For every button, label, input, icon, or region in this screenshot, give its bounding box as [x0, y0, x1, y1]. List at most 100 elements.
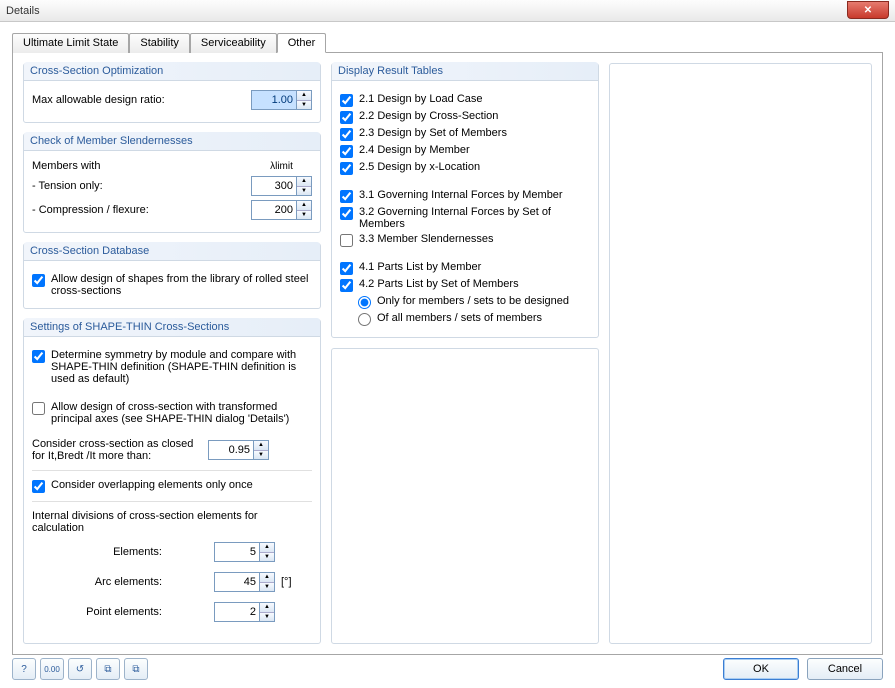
cb-3-1[interactable]	[340, 190, 353, 203]
spinner-down-icon[interactable]: ▼	[297, 101, 311, 110]
allow-transformed-checkbox[interactable]	[32, 402, 45, 415]
separator	[32, 470, 312, 471]
cb-4-1[interactable]	[340, 262, 353, 275]
max-ratio-input[interactable]	[251, 90, 297, 110]
divisions-title-label: Internal divisions of cross-section elem…	[32, 510, 312, 534]
lbl-3-2: 3.2 Governing Internal Forces by Set of …	[359, 206, 590, 230]
ok-button[interactable]: OK	[723, 658, 799, 680]
spinner-down-icon[interactable]: ▼	[260, 583, 274, 592]
tab-serviceability[interactable]: Serviceability	[190, 33, 277, 53]
group-cs-optimization: Cross-Section Optimization Max allowable…	[23, 63, 321, 123]
group-title: Settings of SHAPE-THIN Cross-Sections	[24, 318, 320, 337]
spinner-down-icon[interactable]: ▼	[260, 553, 274, 562]
overlap-label: Consider overlapping elements only once	[51, 479, 312, 491]
load-icon: ⧉	[104, 664, 111, 675]
closed-spinner[interactable]: ▲▼	[208, 440, 269, 460]
reset-button[interactable]: ↺	[68, 658, 92, 680]
point-input[interactable]	[214, 602, 260, 622]
close-button[interactable]: ✕	[847, 1, 889, 19]
max-ratio-spinner[interactable]: ▲ ▼	[251, 90, 312, 110]
lbl-2-3: 2.3 Design by Set of Members	[359, 127, 590, 139]
save-defaults-button[interactable]: ⧉	[124, 658, 148, 680]
lbl-4-2: 4.2 Parts List by Set of Members	[359, 278, 590, 290]
compression-input[interactable]	[251, 200, 297, 220]
lbl-2-5: 2.5 Design by x-Location	[359, 161, 590, 173]
group-title: Check of Member Slendernesses	[24, 132, 320, 151]
compression-spinner[interactable]: ▲▼	[251, 200, 312, 220]
arc-spinner[interactable]: ▲▼	[214, 572, 275, 592]
close-icon: ✕	[864, 5, 872, 16]
cb-2-1[interactable]	[340, 94, 353, 107]
closed-input[interactable]	[208, 440, 254, 460]
cb-3-2[interactable]	[340, 207, 353, 220]
help-icon: ?	[21, 664, 27, 675]
empty-panel-middle	[331, 348, 599, 644]
elements-input[interactable]	[214, 542, 260, 562]
lbl-3-3: 3.3 Member Slendernesses	[359, 233, 590, 245]
spinner-up-icon[interactable]: ▲	[297, 91, 311, 101]
middle-column: Display Result Tables 2.1 Design by Load…	[331, 63, 599, 644]
spinner-up-icon[interactable]: ▲	[260, 573, 274, 583]
spinner-down-icon[interactable]: ▼	[260, 613, 274, 622]
point-spinner[interactable]: ▲▼	[214, 602, 275, 622]
cb-2-4[interactable]	[340, 145, 353, 158]
lambda-limit-label: λlimit	[251, 161, 312, 172]
spinner-up-icon[interactable]: ▲	[297, 177, 311, 187]
determine-symmetry-checkbox[interactable]	[32, 350, 45, 363]
max-ratio-label: Max allowable design ratio:	[32, 94, 245, 106]
radio-only-designed[interactable]	[358, 296, 371, 309]
group-cs-database: Cross-Section Database Allow design of s…	[23, 243, 321, 309]
cb-3-3[interactable]	[340, 234, 353, 247]
empty-panel-right	[609, 63, 872, 644]
radio-all-members[interactable]	[358, 313, 371, 326]
cb-2-2[interactable]	[340, 111, 353, 124]
spinner-down-icon[interactable]: ▼	[297, 211, 311, 220]
elements-label: Elements:	[32, 546, 162, 558]
tab-ultimate-limit-state[interactable]: Ultimate Limit State	[12, 33, 129, 53]
spinner-up-icon[interactable]: ▲	[260, 543, 274, 553]
title-bar: Details ✕	[0, 0, 895, 22]
lbl-radio-all: Of all members / sets of members	[377, 312, 590, 324]
tension-input[interactable]	[251, 176, 297, 196]
spinner-down-icon[interactable]: ▼	[297, 187, 311, 196]
help-button[interactable]: ?	[12, 658, 36, 680]
compression-label: - Compression / flexure:	[32, 204, 245, 216]
allow-library-label: Allow design of shapes from the library …	[51, 273, 312, 297]
separator	[32, 501, 312, 502]
allow-library-checkbox[interactable]	[32, 274, 45, 287]
spinner-up-icon[interactable]: ▲	[254, 441, 268, 451]
cancel-button[interactable]: Cancel	[807, 658, 883, 680]
cb-2-3[interactable]	[340, 128, 353, 141]
tab-row: Ultimate Limit State Stability Serviceab…	[12, 32, 883, 52]
units-icon: 0.00	[44, 665, 60, 674]
load-defaults-button[interactable]: ⧉	[96, 658, 120, 680]
determine-symmetry-label: Determine symmetry by module and compare…	[51, 349, 312, 385]
tab-stability[interactable]: Stability	[129, 33, 190, 53]
tab-other[interactable]: Other	[277, 33, 327, 53]
group-title: Cross-Section Database	[24, 242, 320, 261]
tab-panel-other: Cross-Section Optimization Max allowable…	[12, 52, 883, 655]
elements-spinner[interactable]: ▲▼	[214, 542, 275, 562]
units-button[interactable]: 0.00	[40, 658, 64, 680]
arc-input[interactable]	[214, 572, 260, 592]
members-with-label: Members with	[32, 160, 245, 172]
cb-4-2[interactable]	[340, 279, 353, 292]
cb-2-5[interactable]	[340, 162, 353, 175]
arc-label: Arc elements:	[32, 576, 162, 588]
reset-icon: ↺	[76, 664, 84, 675]
group-title: Cross-Section Optimization	[24, 62, 320, 81]
lbl-2-4: 2.4 Design by Member	[359, 144, 590, 156]
overlap-checkbox[interactable]	[32, 480, 45, 493]
window-body: Ultimate Limit State Stability Serviceab…	[0, 22, 895, 688]
lbl-2-1: 2.1 Design by Load Case	[359, 93, 590, 105]
spinner-up-icon[interactable]: ▲	[297, 201, 311, 211]
spinner-up-icon[interactable]: ▲	[260, 603, 274, 613]
window-title: Details	[6, 5, 40, 17]
spinner-down-icon[interactable]: ▼	[254, 451, 268, 460]
group-shape-thin: Settings of SHAPE-THIN Cross-Sections De…	[23, 319, 321, 644]
arc-unit-label: [°]	[281, 576, 292, 588]
tension-spinner[interactable]: ▲▼	[251, 176, 312, 196]
lbl-3-1: 3.1 Governing Internal Forces by Member	[359, 189, 590, 201]
bottom-bar: ? 0.00 ↺ ⧉ ⧉ OK Cancel	[12, 658, 883, 680]
tension-label: - Tension only:	[32, 180, 245, 192]
